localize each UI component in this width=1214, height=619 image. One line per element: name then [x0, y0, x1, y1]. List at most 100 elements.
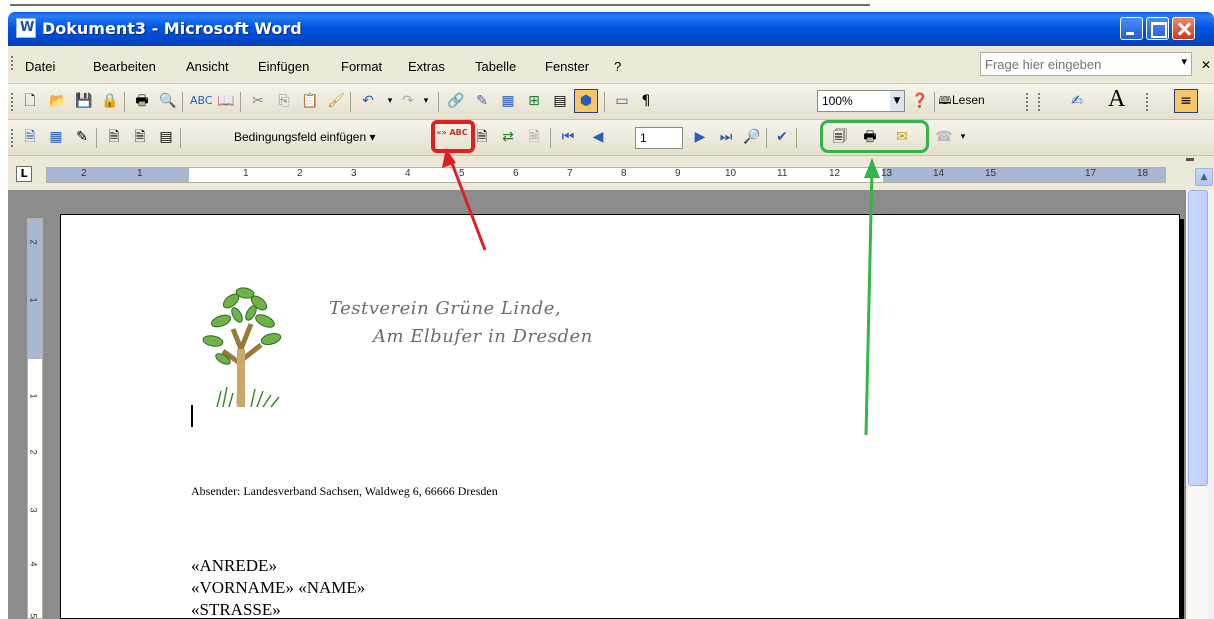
- ruler-right-margin: [883, 168, 1165, 182]
- copy-icon[interactable]: ⎘: [274, 91, 294, 111]
- chevron-down-icon[interactable]: ▼: [890, 91, 904, 111]
- format-painter-icon[interactable]: 🖌: [326, 91, 346, 111]
- tab-selector[interactable]: L: [16, 166, 32, 182]
- spelling-icon[interactable]: ABC: [190, 91, 213, 111]
- highlight-icon[interactable]: ✍: [1062, 91, 1092, 111]
- cut-icon[interactable]: ✂: [248, 91, 268, 111]
- last-record-icon[interactable]: ⏭: [716, 127, 736, 147]
- previous-record-icon[interactable]: ◀: [588, 127, 608, 147]
- toolbar-grip[interactable]: [11, 93, 14, 111]
- ruler-mark: 8: [621, 168, 627, 179]
- record-number-input[interactable]: 1: [635, 127, 683, 149]
- document-close-icon[interactable]: ✕: [1201, 58, 1211, 72]
- new-document-icon[interactable]: 🗋: [20, 91, 40, 111]
- menu-einfuegen[interactable]: Einfügen: [258, 59, 309, 74]
- undo-icon[interactable]: ↶: [358, 91, 378, 111]
- help-search-input[interactable]: [985, 54, 1145, 74]
- research-icon[interactable]: 📖: [216, 91, 236, 111]
- recipients-icon[interactable]: ✎: [72, 127, 92, 147]
- document-map-icon[interactable]: ▭: [612, 91, 632, 111]
- align-left-icon[interactable]: ≡: [1174, 89, 1198, 113]
- toolbar-grip[interactable]: [1026, 93, 1029, 111]
- maximize-button[interactable]: [1146, 17, 1169, 40]
- font-color-button[interactable]: A: [1108, 86, 1125, 113]
- toolbar-grip[interactable]: [1038, 93, 1041, 111]
- vruler-mark: 2: [28, 239, 39, 245]
- ruler-mark: 11: [777, 168, 788, 179]
- read-icon[interactable]: 🕮: [938, 91, 952, 111]
- scroll-up-icon[interactable]: ▲: [1195, 168, 1213, 186]
- insert-merge-field-icon[interactable]: ▤: [156, 127, 176, 147]
- insert-excel-icon[interactable]: ⊞: [524, 91, 544, 111]
- read-mode-button[interactable]: Lesen: [952, 93, 985, 107]
- zoom-select[interactable]: 100% ▼: [817, 90, 905, 112]
- merge-field-strasse[interactable]: «STRASSE»: [191, 599, 365, 619]
- ruler-mark: 13: [881, 168, 893, 179]
- letterhead-line-1: Testverein Grüne Linde,: [329, 298, 562, 319]
- menu-grip[interactable]: [11, 56, 14, 70]
- page-shadow: [1180, 219, 1184, 619]
- insert-condition-field-button[interactable]: Bedingungsfeld einfügen ▾: [234, 130, 375, 144]
- scroll-thumb[interactable]: [1188, 190, 1208, 486]
- toolbar-grip[interactable]: [1146, 93, 1149, 111]
- check-errors-icon[interactable]: ✔: [772, 127, 792, 147]
- ruler-left-margin: [47, 168, 189, 182]
- horizontal-ruler[interactable]: 2 1 1 2 3 4 5 6 7 8 9 10 11 12 13 14 15 …: [46, 167, 1166, 183]
- tables-borders-icon[interactable]: ✎: [472, 91, 492, 111]
- match-fields-icon[interactable]: ⇄: [498, 127, 518, 147]
- vertical-scrollbar[interactable]: [1186, 190, 1214, 619]
- menu-datei[interactable]: Datei: [25, 59, 55, 74]
- word-app-icon[interactable]: [16, 18, 36, 38]
- red-highlight-box: [431, 120, 475, 153]
- menu-fenster[interactable]: Fenster: [545, 59, 589, 74]
- drawing-icon[interactable]: ⬢: [574, 89, 598, 113]
- merge-field-anrede[interactable]: «ANREDE»: [191, 555, 365, 577]
- main-document-setup-icon[interactable]: 🗎: [20, 127, 40, 147]
- print-preview-icon[interactable]: 🔍: [158, 91, 178, 111]
- vruler-mark: 3: [28, 507, 39, 513]
- toolbar-separator: [550, 128, 551, 148]
- toolbar-separator: [240, 92, 241, 112]
- undo-dropdown-icon[interactable]: ▾: [380, 91, 400, 111]
- document-page[interactable]: Testverein Grüne Linde, Am Elbufer in Dr…: [60, 214, 1184, 619]
- toolbar-grip[interactable]: [11, 129, 14, 147]
- vertical-ruler[interactable]: 2 1 1 2 3 4 5: [27, 218, 43, 619]
- help-icon[interactable]: ❓: [910, 91, 930, 111]
- show-formatting-icon[interactable]: ¶: [636, 91, 656, 111]
- next-record-icon[interactable]: ▶: [690, 127, 710, 147]
- permission-icon[interactable]: 🔒: [100, 91, 120, 111]
- menu-format[interactable]: Format: [341, 59, 382, 74]
- menu-bearbeiten[interactable]: Bearbeiten: [93, 59, 156, 74]
- menu-ansicht[interactable]: Ansicht: [186, 59, 229, 74]
- insert-address-block-icon[interactable]: 🗎: [104, 127, 124, 147]
- insert-greeting-line-icon[interactable]: 🗎: [130, 127, 150, 147]
- redo-icon[interactable]: ↷: [398, 91, 418, 111]
- mailmerge-toolbar: 🗎 ▦ ✎ 🗎 🗎 ▤ Bedingungsfeld einfügen ▾ «»…: [8, 120, 1214, 156]
- redo-dropdown-icon[interactable]: ▾: [416, 91, 436, 111]
- toolbar-options-icon[interactable]: ▾: [958, 127, 968, 147]
- propagate-labels-icon[interactable]: 🗎: [524, 127, 544, 147]
- hyperlink-icon[interactable]: 🔗: [446, 91, 466, 111]
- merge-field-name[interactable]: «VORNAME» «NAME»: [191, 577, 365, 599]
- columns-icon[interactable]: ▤: [550, 91, 570, 111]
- open-folder-icon[interactable]: 📂: [48, 91, 68, 111]
- find-entry-icon[interactable]: 🔎: [742, 127, 762, 147]
- open-data-source-icon[interactable]: ▦: [46, 127, 66, 147]
- highlight-fields-icon[interactable]: 🗎: [472, 127, 492, 147]
- menu-tabelle[interactable]: Tabelle: [475, 59, 516, 74]
- first-record-icon[interactable]: ⏮: [558, 127, 578, 147]
- help-search-box[interactable]: ▾: [980, 52, 1192, 76]
- save-icon[interactable]: 💾: [74, 91, 94, 111]
- ruler-mark: 4: [405, 168, 411, 179]
- menu-extras[interactable]: Extras: [408, 59, 445, 74]
- merge-to-fax-icon[interactable]: ☎: [934, 127, 954, 147]
- ruler-mark: 12: [829, 168, 841, 179]
- paste-icon[interactable]: 📋: [300, 91, 320, 111]
- print-icon[interactable]: 🖶: [132, 91, 152, 111]
- close-button[interactable]: [1172, 17, 1195, 40]
- toolbar-separator: [934, 92, 935, 112]
- minimize-button[interactable]: [1120, 17, 1143, 40]
- menu-help[interactable]: ?: [614, 59, 621, 74]
- insert-table-icon[interactable]: ▦: [498, 91, 518, 111]
- chevron-down-icon[interactable]: ▾: [1181, 55, 1187, 68]
